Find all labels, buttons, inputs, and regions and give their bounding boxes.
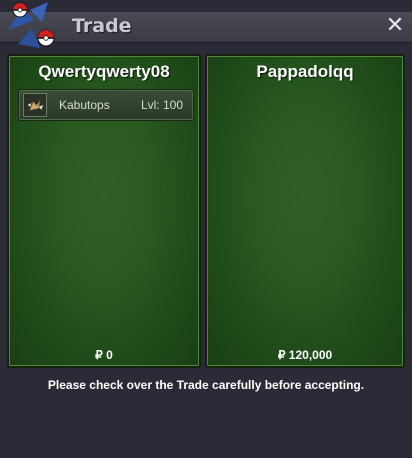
- partner-player-name: Pappadolqq: [256, 62, 354, 81]
- close-icon[interactable]: ✕: [384, 15, 406, 37]
- offer-item-name: Kabutops: [59, 98, 110, 112]
- partner-offer-panel: Pappadolqq ₽ 120,000: [205, 54, 405, 368]
- my-money-amount: ₽ 0: [9, 348, 199, 362]
- money-value: 120,000: [288, 348, 333, 362]
- currency-symbol: ₽: [95, 348, 103, 362]
- money-value: 0: [106, 348, 113, 362]
- trade-notice: Please check over the Trade carefully be…: [47, 378, 365, 392]
- kabutops-sprite-icon: [23, 93, 47, 117]
- my-player-name: Qwertyqwerty08: [38, 62, 170, 81]
- partner-money-amount: ₽ 120,000: [207, 348, 403, 362]
- offer-item-level: Lvl: 100: [140, 98, 183, 112]
- pokeball-logo-icon: [8, 2, 55, 48]
- trade-window: Trade ✕ Qwertyqwerty08 Kabutops Lvl: 100…: [0, 0, 412, 458]
- my-offer-panel: Qwertyqwerty08 Kabutops Lvl: 100 ₽ 0: [7, 54, 201, 368]
- window-title: Trade: [72, 15, 132, 37]
- offer-item-slot[interactable]: Kabutops Lvl: 100: [18, 89, 194, 121]
- currency-symbol: ₽: [277, 348, 286, 362]
